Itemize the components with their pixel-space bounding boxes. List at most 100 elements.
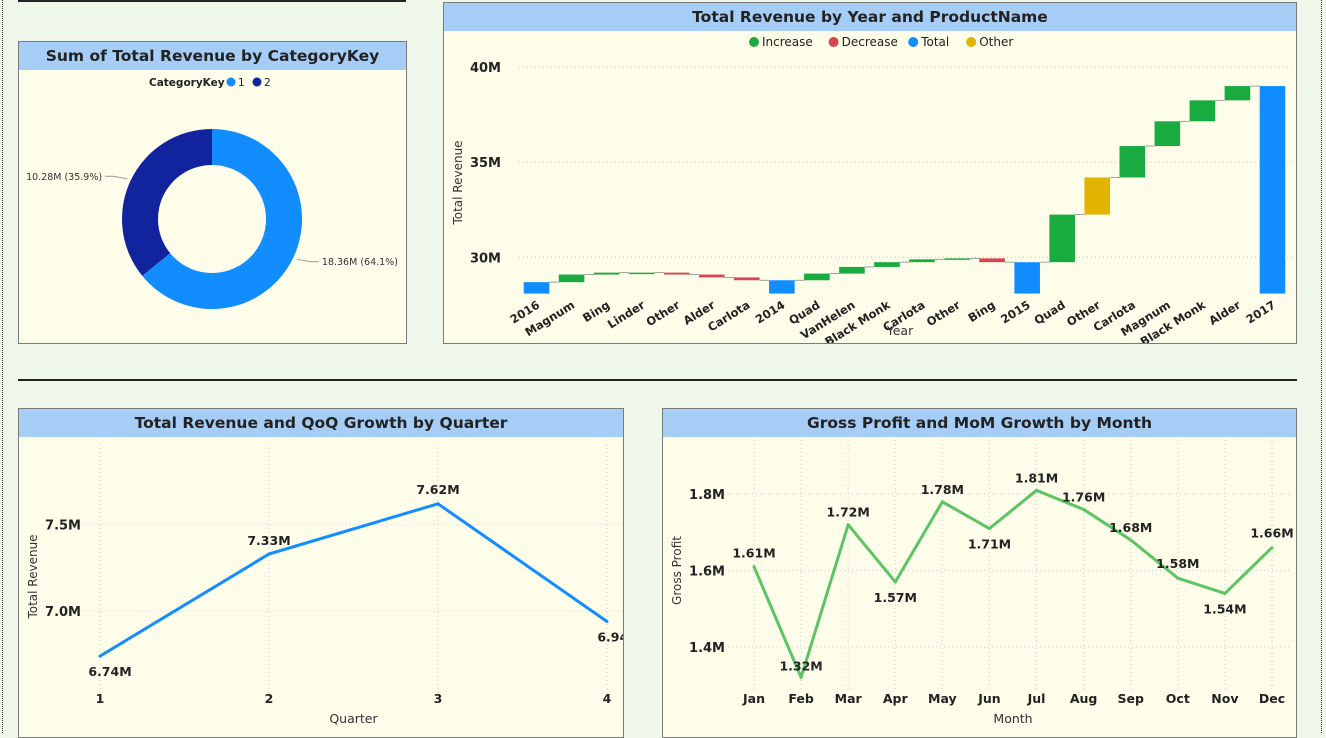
waterfall-bar	[874, 262, 900, 267]
donut-slice-2	[122, 129, 212, 276]
legend-title: CategoryKey	[149, 77, 225, 89]
x-tick-label: 4	[603, 691, 612, 706]
data-point	[1082, 507, 1086, 511]
middle-divider	[18, 379, 1297, 381]
legend-label-other: Other	[979, 35, 1013, 49]
data-label: 7.62M	[416, 482, 459, 497]
x-tick-label: 2017	[1243, 298, 1278, 327]
data-point	[752, 565, 756, 569]
waterfall-bar	[663, 272, 690, 275]
data-point	[1176, 576, 1180, 580]
quarter-chart-panel[interactable]: Total Revenue and QoQ Growth by Quarter …	[18, 408, 624, 738]
legend-marker-total	[908, 37, 919, 47]
month-line-chart: 1.4M 1.6M 1.8M Gross Profit 1.61M Jan 1.32M Feb…	[670, 436, 1294, 726]
x-tick-label: 2014	[753, 298, 788, 327]
waterfall-bar	[1259, 86, 1286, 294]
legend-marker-2	[252, 77, 262, 87]
x-tick-label: Feb	[788, 691, 814, 706]
x-tick-label: 3	[434, 691, 443, 706]
x-tick-label: May	[928, 691, 957, 706]
waterfall-bar	[909, 259, 935, 263]
top-divider	[18, 0, 406, 2]
x-tick-label: Other	[924, 298, 963, 330]
data-label: 1.76M	[1062, 489, 1105, 504]
data-point	[846, 523, 850, 527]
waterfall-bar	[1084, 177, 1111, 215]
x-tick-label: 2	[265, 691, 274, 706]
frame-border-left	[2, 0, 3, 733]
frame-border-right	[1321, 0, 1322, 733]
data-point	[436, 502, 440, 506]
data-point	[98, 654, 102, 658]
data-label: 1.61M	[732, 546, 775, 561]
data-point	[1129, 538, 1133, 542]
donut-data-label-1: 18.36M (64.1%)	[322, 257, 398, 268]
waterfall-bar	[979, 258, 1005, 263]
legend-label-1: 1	[238, 77, 245, 89]
waterfall-bar	[523, 282, 550, 294]
x-axis-title: Year	[886, 323, 914, 338]
data-label: 6.94M	[597, 630, 624, 645]
x-tick-label: Apr	[883, 691, 909, 706]
month-chart-panel[interactable]: Gross Profit and MoM Growth by Month 1.4…	[662, 408, 1297, 738]
waterfall-bar	[839, 266, 865, 274]
x-axis-title: Quarter	[329, 711, 378, 726]
data-label: 1.58M	[1156, 556, 1199, 571]
y-tick-label: 30M	[470, 251, 501, 266]
x-tick-label: Jul	[1027, 691, 1046, 706]
data-label: 1.66M	[1250, 526, 1293, 541]
legend-label-total: Total	[920, 35, 949, 49]
data-point	[893, 580, 897, 584]
legend-label-decrease: Decrease	[842, 35, 898, 49]
legend-label-2: 2	[264, 77, 271, 89]
data-label: 1.54M	[1203, 601, 1246, 616]
y-tick-label: 7.5M	[45, 519, 81, 534]
x-tick-label: Jan	[742, 691, 765, 706]
y-tick-label: 40M	[470, 61, 501, 76]
series-line	[99, 502, 608, 658]
data-label: 1.81M	[1015, 470, 1058, 485]
x-tick-label: Nov	[1211, 691, 1238, 706]
donut-leader-2	[105, 175, 128, 180]
x-tick-label: Other	[644, 298, 683, 330]
x-tick-label: Alder	[1206, 297, 1243, 327]
waterfall-chart-panel[interactable]: Total Revenue by Year and ProductName In…	[443, 2, 1297, 344]
x-tick-label: Sep	[1118, 691, 1144, 706]
data-point	[1035, 488, 1039, 492]
y-tick-label: 7.0M	[45, 605, 81, 620]
x-tick-label: Linder	[605, 298, 648, 332]
waterfall-bar	[1154, 121, 1181, 147]
waterfall-bar	[698, 274, 725, 278]
x-tick-label: 1	[96, 691, 105, 706]
data-point	[605, 620, 609, 623]
waterfall-bar	[944, 258, 970, 260]
waterfall-bar	[558, 274, 585, 283]
waterfall-bar	[1119, 146, 1146, 178]
y-tick-label: 1.8M	[689, 488, 725, 503]
legend-marker-1	[226, 77, 236, 87]
waterfall-bar	[1014, 262, 1040, 294]
data-point	[940, 500, 944, 504]
waterfall-bar	[769, 280, 795, 294]
donut-chart-panel[interactable]: Sum of Total Revenue by CategoryKey Cate…	[18, 41, 407, 344]
data-point	[799, 675, 803, 679]
waterfall-bar	[804, 273, 830, 281]
x-tick-label: Bing	[966, 298, 998, 325]
waterfall-chart: Increase Decrease Total Other 30M 35M 40M Total…	[451, 35, 1294, 343]
x-tick-label: Dec	[1259, 691, 1285, 706]
data-point	[1270, 546, 1274, 550]
x-tick-label: Oct	[1166, 691, 1190, 706]
data-label: 1.71M	[968, 537, 1011, 552]
x-tick-label: Aug	[1070, 691, 1098, 706]
legend-marker-other	[966, 37, 977, 47]
y-axis-title: Total Revenue	[26, 534, 40, 619]
data-label: 7.33M	[247, 533, 290, 548]
quarter-line-chart: 7.0M 7.5M Total Revenue 6.74M 1 7.33M 2 7.62M 3 6…	[26, 444, 624, 726]
y-axis-title: Gross Profit	[670, 536, 684, 605]
legend-marker-increase	[749, 37, 759, 47]
donut-chart: CategoryKey 1 2 18.36M (64.1%) 10.28M (35.9%…	[26, 77, 398, 309]
waterfall-bar	[734, 277, 760, 281]
data-point	[1223, 591, 1227, 595]
data-label: 1.72M	[827, 505, 870, 520]
donut-data-label-2: 10.28M (35.9%)	[26, 172, 102, 183]
